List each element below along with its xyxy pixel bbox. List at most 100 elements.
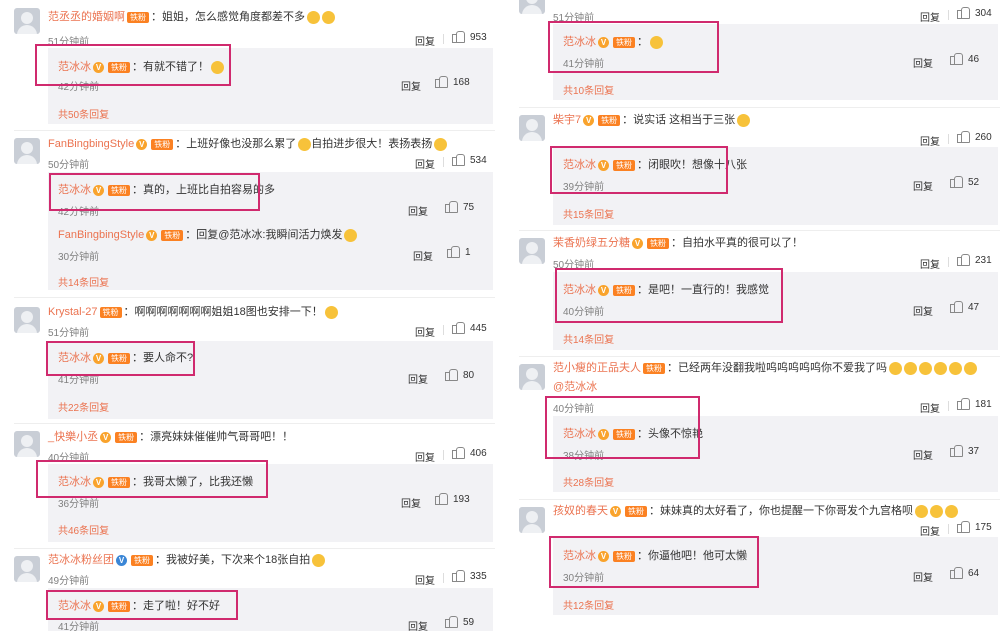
like-button[interactable]: 175: [957, 521, 992, 533]
like-button[interactable]: 46: [950, 53, 979, 65]
more-replies-link[interactable]: 共14条回复: [58, 274, 109, 289]
comment-thread: _快樂小丞 V 铁粉 ：漂亮妹妹催催帅气哥哥吧！！ 40分钟前 回复 406 范冰冰 V…: [0, 423, 495, 545]
more-replies-link[interactable]: 共46条回复: [58, 522, 109, 537]
more-replies-link[interactable]: 共10条回复: [563, 82, 614, 97]
comment-line: 茉香奶绿五分糖 V 铁粉 ：自拍水平真的很可以了！: [553, 237, 803, 249]
like-button[interactable]: 75: [445, 201, 475, 213]
emoji-icon: [737, 113, 751, 127]
avatar[interactable]: [14, 307, 40, 333]
like-button[interactable]: 445: [452, 322, 487, 334]
reply-button[interactable]: 回复: [913, 178, 933, 193]
username[interactable]: Krystal-27: [48, 306, 98, 318]
reply-button[interactable]: 回复: [913, 447, 933, 462]
separator: [443, 573, 444, 583]
avatar[interactable]: [14, 138, 40, 164]
reply-button[interactable]: 回复: [415, 156, 435, 171]
like-button[interactable]: 953: [452, 31, 487, 43]
more-replies-link[interactable]: 共15条回复: [563, 206, 614, 221]
reply-button[interactable]: 回复: [401, 495, 421, 510]
avatar[interactable]: [519, 507, 545, 533]
like-button[interactable]: 335: [452, 570, 487, 582]
like-button[interactable]: 59: [445, 616, 474, 628]
avatar[interactable]: [14, 431, 40, 457]
thumbs-up-icon: [957, 254, 970, 266]
thumbs-up-icon: [452, 154, 465, 166]
fan-badge: 铁粉: [625, 505, 647, 517]
reply-button[interactable]: 回复: [415, 33, 435, 48]
like-button[interactable]: 80: [445, 369, 474, 381]
reply-button[interactable]: 回复: [920, 400, 940, 415]
reply-button[interactable]: 回复: [920, 133, 940, 148]
like-button[interactable]: 37: [950, 445, 979, 457]
like-button[interactable]: 168: [435, 76, 470, 88]
crying-emoji-icon: [964, 361, 977, 375]
reply-button[interactable]: 回复: [408, 203, 428, 218]
username[interactable]: FanBingbingStyle: [48, 138, 134, 150]
more-replies-link[interactable]: 共50条回复: [58, 106, 109, 121]
username[interactable]: 范冰冰粉丝团: [48, 554, 114, 566]
more-replies-link[interactable]: 共22条回复: [58, 399, 109, 414]
username[interactable]: 范丞丞的婚姻啊: [48, 11, 125, 23]
reply-button[interactable]: 回复: [408, 618, 428, 631]
reply-button[interactable]: 回复: [913, 569, 933, 584]
like-count: 75: [463, 202, 475, 213]
like-count: 445: [470, 323, 487, 334]
comment-text: 上班好像也没那么累了: [186, 138, 297, 150]
like-count: 181: [975, 399, 992, 410]
like-button[interactable]: 231: [957, 254, 992, 266]
fan-badge: 铁粉: [115, 431, 138, 443]
reply-button[interactable]: 回复: [413, 248, 433, 263]
separator: [948, 401, 949, 411]
avatar[interactable]: [519, 364, 545, 390]
separator: [443, 450, 444, 460]
reply-button[interactable]: 回复: [415, 324, 435, 339]
more-replies-link[interactable]: 共12条回复: [563, 597, 614, 612]
like-button[interactable]: 406: [452, 447, 487, 459]
comment-thread: Krystal-27 铁粉 ：啊啊啊啊啊啊啊姐姐18图也安排一下！ 51分钟前 回复…: [0, 297, 495, 419]
mention-link[interactable]: @范冰冰: [553, 381, 597, 393]
avatar[interactable]: [519, 238, 545, 264]
highlight-box: [46, 590, 238, 620]
reply-button[interactable]: 回复: [913, 303, 933, 318]
verified-icon: V: [100, 431, 112, 443]
reply-button[interactable]: 回复: [415, 449, 435, 464]
avatar[interactable]: [14, 556, 40, 582]
avatar[interactable]: [519, 0, 545, 14]
highlight-box: [46, 341, 195, 376]
fan-badge: 铁粉: [598, 114, 621, 126]
username[interactable]: 孩奴的春天: [553, 505, 608, 517]
comment-thread: 柴宇7 V 铁粉 ：说实话 这相当于三张 回复 260 范冰冰 V 铁粉 ：闭眼吹！想像十八…: [505, 107, 1000, 225]
like-button[interactable]: 534: [452, 154, 487, 166]
thumbs-up-icon: [452, 447, 465, 459]
like-button[interactable]: 52: [950, 176, 979, 188]
like-button[interactable]: 193: [435, 493, 470, 505]
more-replies-link[interactable]: 共14条回复: [563, 331, 614, 346]
reply-button[interactable]: 回复: [415, 572, 435, 587]
separator: [948, 134, 949, 144]
reply-button[interactable]: 回复: [401, 78, 421, 93]
username[interactable]: FanBingbingStyle: [58, 229, 144, 241]
username[interactable]: 柴宇7: [553, 114, 581, 126]
thumbs-up-icon: [957, 7, 970, 19]
more-replies-link[interactable]: 共28条回复: [563, 474, 614, 489]
like-button[interactable]: 1: [447, 246, 471, 258]
comment-line: 范小瘦的正品夫人 铁粉 ：已经两年没翻我啦呜呜呜呜呜你不爱我了吗: [553, 361, 977, 375]
username[interactable]: 茉香奶绿五分糖: [553, 237, 630, 249]
reply-button[interactable]: 回复: [408, 371, 428, 386]
like-button[interactable]: 47: [950, 301, 979, 313]
like-button[interactable]: 181: [957, 398, 992, 410]
avatar[interactable]: [14, 8, 40, 34]
reply-button[interactable]: 回复: [920, 9, 940, 24]
avatar[interactable]: [519, 115, 545, 141]
comment-time: 50分钟前: [48, 160, 90, 171]
reply-button[interactable]: 回复: [920, 523, 940, 538]
reply-button[interactable]: 回复: [913, 55, 933, 70]
username[interactable]: 范小瘦的正品夫人: [553, 362, 641, 374]
like-button[interactable]: 304: [957, 7, 992, 19]
like-button[interactable]: 260: [957, 131, 992, 143]
like-count: 193: [453, 494, 470, 505]
reply-button[interactable]: 回复: [920, 256, 940, 271]
comment-line: 柴宇7 V 铁粉 ：说实话 这相当于三张: [553, 113, 751, 127]
username[interactable]: _快樂小丞: [48, 431, 98, 443]
like-button[interactable]: 64: [950, 567, 979, 579]
